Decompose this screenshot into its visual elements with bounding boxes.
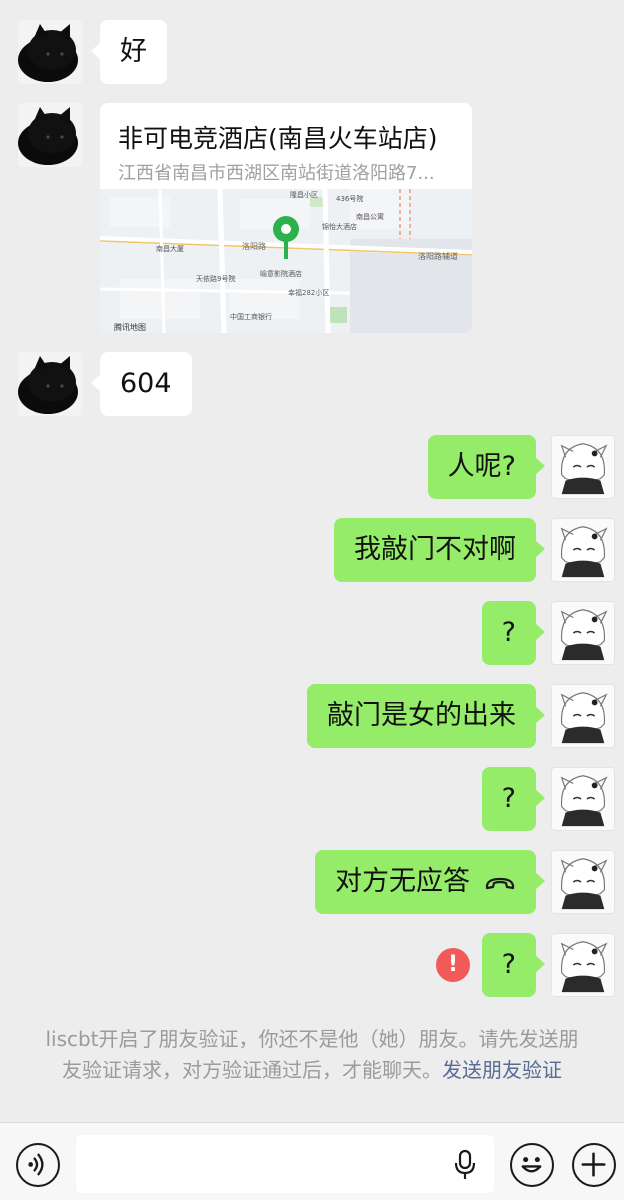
black-cat-avatar-icon: [18, 103, 82, 167]
my-avatar[interactable]: [551, 933, 615, 997]
message-bubble-incoming[interactable]: 好: [91, 20, 167, 84]
map-poi-label: 锦怡大酒店: [322, 222, 357, 231]
chat-input-bar: [0, 1122, 624, 1200]
message-input[interactable]: [88, 1143, 448, 1185]
location-title: 非可电竞酒店(南昌火车站店): [118, 124, 438, 153]
message-bubble-incoming[interactable]: 604: [91, 352, 192, 416]
my-avatar[interactable]: [551, 850, 615, 914]
map-poi-label: 南昌公寓: [356, 212, 384, 221]
more-options-button[interactable]: [572, 1143, 616, 1187]
anime-girl-avatar-icon: [552, 436, 614, 498]
voice-mode-button[interactable]: [16, 1143, 60, 1187]
location-address: 江西省南昌市西湖区南站街道洛阳路7...: [118, 163, 435, 184]
anime-girl-avatar-icon: [552, 768, 614, 830]
anime-girl-avatar-icon: [552, 851, 614, 913]
call-status-text: 对方无应答: [335, 866, 470, 897]
anime-girl-avatar-icon: [552, 685, 614, 747]
send-verification-link[interactable]: 发送朋友验证: [442, 1058, 562, 1082]
anime-girl-avatar-icon: [552, 602, 614, 664]
message-bubble-outgoing[interactable]: 人呢?: [427, 435, 546, 499]
microphone-icon[interactable]: [454, 1149, 476, 1185]
contact-avatar[interactable]: [18, 20, 82, 84]
my-avatar[interactable]: [551, 684, 615, 748]
message-bubble-outgoing[interactable]: 敲门是女的出来: [307, 684, 545, 748]
black-cat-avatar-icon: [18, 20, 82, 84]
black-cat-avatar-icon: [18, 352, 82, 416]
emoji-icon: [521, 1157, 542, 1173]
map-poi-label: 中国工商银行: [230, 312, 272, 321]
phone-hangup-icon: [484, 851, 516, 915]
map-brand-label: 腾讯地图: [114, 322, 146, 332]
voice-mode-icon: [28, 1153, 44, 1176]
location-message-card[interactable]: 非可电竞酒店(南昌火车站店) 江西省南昌市西湖区南站街道洛阳路7... 洛阳路 …: [100, 103, 472, 333]
my-avatar[interactable]: [551, 435, 615, 499]
map-poi-label: 南昌大厦: [156, 244, 184, 253]
message-bubble-outgoing[interactable]: ?: [481, 767, 546, 831]
message-input-box[interactable]: [76, 1135, 494, 1193]
call-record-bubble[interactable]: 对方无应答: [315, 850, 545, 915]
emoji-button[interactable]: [510, 1143, 554, 1187]
anime-girl-avatar-icon: [552, 519, 614, 581]
map-poi-label: 天依路9号院: [196, 274, 235, 283]
map-poi-label: 436号院: [336, 194, 363, 203]
map-road-label: 洛阳路辅道: [418, 251, 458, 261]
my-avatar[interactable]: [551, 601, 615, 665]
message-bubble-outgoing[interactable]: 我敲门不对啊: [334, 518, 545, 582]
message-bubble-outgoing-failed[interactable]: ?: [481, 933, 546, 997]
friend-verification-notice: liscbt开启了朋友验证，你还不是他（她）朋友。请先发送朋友验证请求，对方验证…: [40, 1024, 584, 1086]
map-poi-label: 隆昌小区: [290, 190, 318, 199]
chat-message-list[interactable]: 好 非可电竞酒店(南昌火车站店) 江西省南昌市西湖区南站街道洛阳路7... 洛阳…: [0, 0, 624, 1122]
plus-icon: [581, 1152, 606, 1177]
my-avatar[interactable]: [551, 518, 615, 582]
contact-avatar[interactable]: [18, 352, 82, 416]
message-bubble-outgoing[interactable]: ?: [481, 601, 546, 665]
anime-girl-avatar-icon: [552, 934, 614, 996]
contact-avatar[interactable]: [18, 103, 82, 167]
map-road-label: 洛阳路: [242, 241, 266, 251]
my-avatar[interactable]: [551, 767, 615, 831]
send-failed-icon[interactable]: !: [436, 948, 470, 982]
map-poi-label: 幸福282小区: [288, 288, 329, 297]
location-map-preview[interactable]: 洛阳路 洛阳路辅道 喻意影院酒店 436号院 隆昌小区 锦怡大酒店 南昌公寓 南…: [100, 189, 472, 333]
map-poi-label: 喻意影院酒店: [260, 269, 302, 278]
